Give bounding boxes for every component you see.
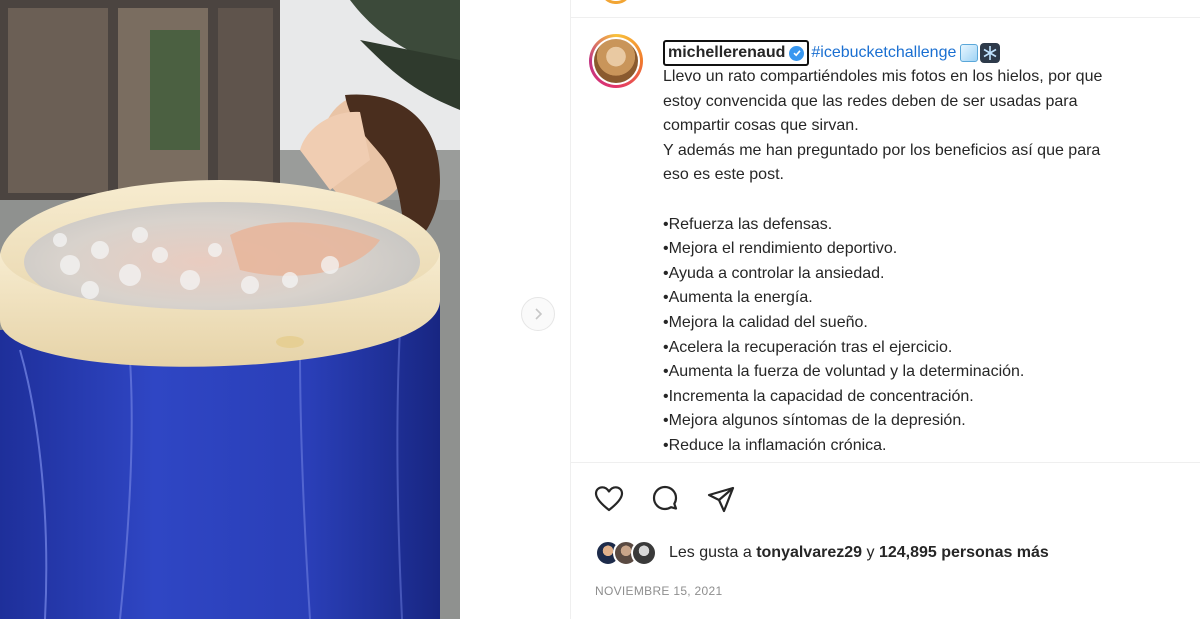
comment-icon <box>652 485 678 511</box>
caption-line: ​ <box>663 188 1193 213</box>
share-button[interactable] <box>705 483 737 515</box>
benefit-item: •Aumenta la energía. <box>663 289 813 307</box>
caption-line: compartir cosas que sirvan. <box>663 117 859 135</box>
benefit-item: •Incrementa la capacidad de concentració… <box>663 387 974 405</box>
comment-button[interactable] <box>649 483 681 515</box>
likes-summary: Les gusta a tonyalvarez29 y 124,895 pers… <box>595 540 1049 566</box>
caption-line: Llevo un rato compartiéndoles mis fotos … <box>663 68 1103 85</box>
benefit-item: •Reduce la inflamación crónica. <box>663 436 887 454</box>
benefit-item: •Mejora el rendimiento deportivo. <box>663 240 898 258</box>
liker-username-link[interactable]: tonyalvarez29 <box>756 544 862 562</box>
post-date[interactable]: NOVIEMBRE 15, 2021 <box>595 584 722 598</box>
liker-avatars[interactable] <box>595 540 657 566</box>
avatar-ring-partial <box>601 0 631 4</box>
post-photo <box>0 0 460 619</box>
benefit-item: •Ayuda a controlar la ansiedad. <box>663 264 885 282</box>
avatar[interactable] <box>589 34 643 88</box>
previous-comment-strip <box>571 0 1200 18</box>
share-icon <box>707 486 735 513</box>
hashtag-link[interactable]: #icebucketchallenge <box>811 41 956 66</box>
benefit-item: •Mejora la calidad del sueño. <box>663 313 868 331</box>
post-actions: Les gusta a tonyalvarez29 y 124,895 pers… <box>571 462 1200 619</box>
snowflake-icon <box>980 43 1001 63</box>
like-button[interactable] <box>593 483 625 515</box>
likes-prefix: Les gusta a <box>669 544 752 561</box>
verified-badge-icon <box>789 45 805 61</box>
avatar <box>631 540 657 566</box>
caption-line: Y además me han preguntado por los benef… <box>663 141 1101 159</box>
benefit-item: •Mejora algunos síntomas de la depresión… <box>663 412 966 430</box>
caption-line: eso es este post. <box>663 166 784 184</box>
avatar-image <box>594 39 638 83</box>
likes-connector: y <box>866 544 875 561</box>
next-photo-button[interactable] <box>521 297 555 331</box>
username-link[interactable]: michellerenaud <box>663 40 810 66</box>
username-label: michellerenaud <box>668 43 786 61</box>
heart-icon <box>594 486 624 512</box>
benefit-item: •Aumenta la fuerza de voluntad y la dete… <box>663 363 1025 381</box>
caption-comment: michellerenaud #icebucketchallenge Llevo… <box>571 18 1200 462</box>
caption-line: estoy convencida que las redes deben de … <box>663 92 1078 110</box>
ice-bath-photo <box>0 0 460 619</box>
chevron-right-icon <box>535 308 543 320</box>
benefit-item: •Refuerza las defensas. <box>663 215 833 233</box>
caption-header: michellerenaud #icebucketchallenge <box>663 40 1193 66</box>
post-panel: michellerenaud #icebucketchallenge Llevo… <box>570 0 1200 619</box>
likes-count-link[interactable]: 124,895 personas más <box>879 544 1049 562</box>
ice-cube-icon <box>960 44 979 62</box>
caption-text: michellerenaud #icebucketchallenge Llevo… <box>663 40 1193 459</box>
benefit-item: •Acelera la recuperación tras el ejercic… <box>663 338 953 356</box>
